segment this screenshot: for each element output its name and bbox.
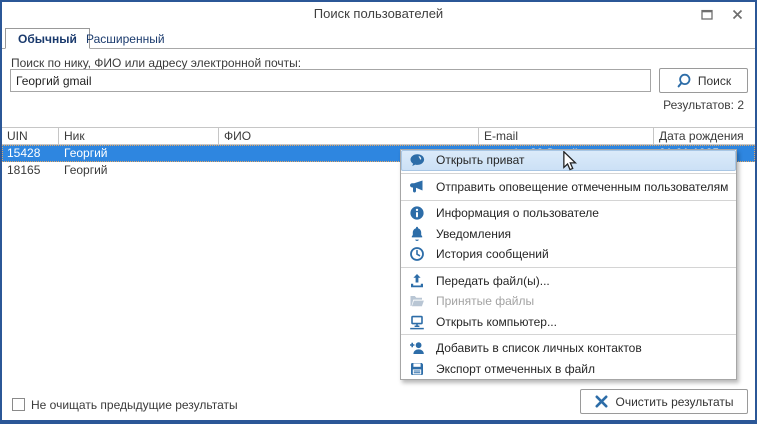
cell-nick: Георгий	[64, 146, 108, 160]
chat-bubble-icon	[409, 152, 425, 168]
menu-item-label: Открыть компьютер...	[436, 314, 557, 329]
menu-separator	[401, 173, 736, 175]
menu-item-open-private[interactable]: Открыть приват	[401, 150, 736, 171]
titlebar: Поиск пользователей	[2, 2, 755, 26]
column-header-birthdate[interactable]: Дата рождения	[654, 128, 755, 144]
column-header-email[interactable]: E-mail	[479, 128, 654, 144]
cell-uin: 18165	[7, 163, 41, 177]
menu-item-export[interactable]: Экспорт отмеченных в файл	[401, 358, 736, 379]
search-button-label: Поиск	[697, 73, 732, 88]
menu-separator	[401, 334, 736, 336]
menu-item-send-notice[interactable]: Отправить оповещение отмеченным пользова…	[401, 177, 736, 198]
menu-item-send-files[interactable]: Передать файл(ы)...	[401, 270, 736, 291]
cell-uin: 15428	[7, 146, 41, 160]
column-header-nick[interactable]: Ник	[59, 128, 219, 144]
menu-item-open-computer[interactable]: Открыть компьютер...	[401, 311, 736, 332]
magnifier-icon	[677, 73, 691, 87]
export-save-icon	[409, 361, 425, 377]
menu-separator	[401, 199, 736, 201]
tab-advanced-label: Расширенный	[86, 31, 165, 46]
menu-item-user-info[interactable]: Информация о пользователе	[401, 203, 736, 224]
column-header-uin[interactable]: UIN	[2, 128, 59, 144]
keep-results-label: Не очищать предыдущие результаты	[31, 398, 238, 412]
menu-item-label: Отправить оповещение отмеченным пользова…	[436, 179, 729, 194]
menu-item-label: История сообщений	[436, 247, 549, 262]
info-icon	[409, 205, 425, 221]
menu-item-label: Передать файл(ы)...	[436, 273, 550, 288]
menu-item-label: Уведомления	[436, 226, 512, 241]
tab-advanced[interactable]: Расширенный	[74, 28, 177, 49]
menu-item-message-history[interactable]: История сообщений	[401, 244, 736, 265]
table-header: UIN Ник ФИО E-mail Дата рождения	[2, 127, 755, 145]
search-label: Поиск по нику, ФИО или адресу электронно…	[11, 56, 302, 70]
search-input[interactable]	[10, 69, 651, 92]
megaphone-icon	[409, 179, 425, 195]
user-search-window: Поиск пользователей Обычный Расширенный …	[0, 0, 757, 424]
bell-icon	[409, 226, 425, 242]
computer-icon	[409, 314, 425, 330]
keep-results-checkbox[interactable]	[12, 398, 25, 411]
menu-item-label: Открыть приват	[436, 153, 525, 168]
send-file-icon	[409, 273, 425, 289]
menu-item-label: Экспорт отмеченных в файл	[436, 361, 595, 376]
cell-nick: Георгий	[64, 163, 108, 177]
menu-item-received-files[interactable]: Принятые файлы	[401, 291, 736, 312]
column-header-fio[interactable]: ФИО	[219, 128, 479, 144]
clear-x-icon	[595, 395, 608, 408]
window-controls	[699, 2, 745, 26]
menu-item-add-contact[interactable]: Добавить в список личных контактов	[401, 338, 736, 359]
received-files-folder-icon	[409, 293, 425, 309]
clear-results-label: Очистить результаты	[615, 394, 734, 409]
menu-item-label: Принятые файлы	[436, 294, 535, 309]
window-title: Поиск пользователей	[313, 6, 444, 21]
tab-standard-label: Обычный	[18, 31, 77, 46]
context-menu: Открыть приват Отправить оповещение отме…	[400, 149, 737, 380]
history-clock-icon	[409, 246, 425, 262]
menu-item-notifications[interactable]: Уведомления	[401, 224, 736, 245]
maximize-icon	[701, 9, 713, 20]
maximize-button[interactable]	[699, 6, 715, 22]
add-contact-icon	[409, 340, 425, 356]
close-button[interactable]	[729, 6, 745, 22]
clear-results-button[interactable]: Очистить результаты	[580, 389, 748, 414]
menu-separator	[401, 267, 736, 268]
menu-item-label: Информация о пользователе	[436, 206, 599, 221]
results-count: Результатов: 2	[663, 98, 744, 112]
search-button[interactable]: Поиск	[659, 68, 748, 93]
close-icon	[732, 9, 742, 19]
menu-item-label: Добавить в список личных контактов	[436, 341, 642, 356]
